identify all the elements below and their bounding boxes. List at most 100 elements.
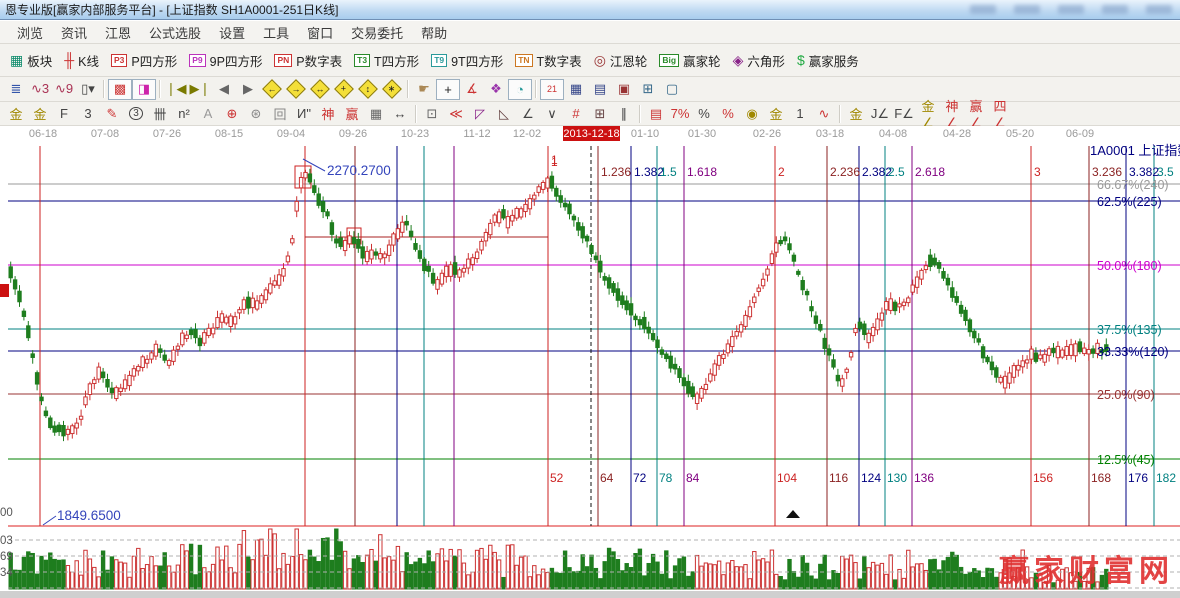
mark1-icon[interactable]: 1 — [788, 103, 812, 124]
kline-button[interactable]: ╫K线 — [58, 50, 105, 71]
i-quote-icon[interactable]: И" — [292, 103, 316, 124]
last-page-icon[interactable]: ▶❘ — [188, 79, 212, 100]
brush-icon[interactable]: ✎ — [100, 103, 124, 124]
zigzag-icon[interactable]: ∨ — [540, 103, 564, 124]
first-page-icon[interactable]: ❘◀ — [164, 79, 188, 100]
calendar-21-icon[interactable]: 21 — [540, 79, 564, 100]
stats-list-icon[interactable]: ▤ — [644, 103, 668, 124]
box-tool-icon[interactable]: ⊡ — [420, 103, 444, 124]
diamond-plus-icon[interactable]: + — [332, 79, 356, 100]
chart-3-icon[interactable]: ∿3 — [28, 79, 52, 100]
menu-formula-select[interactable]: 公式选股 — [140, 21, 210, 44]
grid123-icon[interactable]: ▦ — [364, 103, 388, 124]
parallel-icon[interactable]: ∥ — [612, 103, 636, 124]
diamond-left-icon[interactable]: ← — [260, 79, 284, 100]
candlestick-chart-surface[interactable]: 66.67%(240)62.5%(225)50.0%(180)37.5%(135… — [0, 142, 1180, 598]
gold-angle-icon[interactable]: 金∠ — [916, 103, 940, 124]
gold-ruler1-icon[interactable]: 金 — [4, 103, 28, 124]
ying-ruler-icon[interactable]: 赢 — [340, 103, 364, 124]
sector-button[interactable]: ▦板块 — [4, 50, 58, 71]
angle-lines-icon[interactable]: ∠ — [516, 103, 540, 124]
gold-level-icon[interactable]: 金 — [764, 103, 788, 124]
colored-kline-icon[interactable]: ◨ — [132, 79, 156, 100]
diamond-expand-icon[interactable]: ∗ — [380, 79, 404, 100]
percent-icon[interactable]: % — [692, 103, 716, 124]
svg-text:2: 2 — [778, 165, 785, 179]
menu-trade[interactable]: 交易委托 — [342, 21, 412, 44]
ticks-icon[interactable]: 卌 — [148, 103, 172, 124]
crosshair-icon[interactable]: + — [436, 79, 460, 100]
calculator-icon[interactable]: ▦ — [564, 79, 588, 100]
menu-settings[interactable]: 设置 — [210, 21, 254, 44]
f-angle-icon[interactable]: F∠ — [892, 103, 916, 124]
width-arrows-icon[interactable]: ↔ — [388, 103, 412, 124]
f-ruler-icon[interactable]: F — [52, 103, 76, 124]
fan-box-dark-icon[interactable]: ◺ — [492, 103, 516, 124]
percent-wave-icon[interactable]: 7% — [668, 103, 692, 124]
export-icon[interactable]: ⊞ — [636, 79, 660, 100]
low-price-label: 1849.6500 — [57, 508, 121, 523]
hexagon-button[interactable]: ◈六角形 — [727, 50, 791, 71]
date-tick: 07-26 — [153, 128, 181, 140]
wave-icon[interactable]: ∿ — [812, 103, 836, 124]
grid-red-icon[interactable]: # — [564, 103, 588, 124]
menu-browse[interactable]: 浏览 — [8, 21, 52, 44]
notes-icon[interactable]: ▤ — [588, 79, 612, 100]
diamond-hmove-icon[interactable]: ↔ — [308, 79, 332, 100]
gold-circle-icon[interactable]: ◉ — [740, 103, 764, 124]
save-icon[interactable]: ▣ — [612, 79, 636, 100]
t-square-button[interactable]: T3T四方形 — [348, 50, 425, 71]
candle-style-icon[interactable]: ▯▾ — [76, 79, 100, 100]
p-number-button[interactable]: PNP数字表 — [268, 50, 348, 71]
chart-9-icon[interactable]: ∿9 — [52, 79, 76, 100]
hand-icon[interactable]: ☛ — [412, 79, 436, 100]
winner-service-button[interactable]: $赢家服务 — [791, 50, 865, 71]
computer-icon[interactable]: ▢ — [660, 79, 684, 100]
a-guide-icon[interactable]: A — [196, 103, 220, 124]
ying-angle-icon[interactable]: 赢∠ — [964, 103, 988, 124]
menu-tools[interactable]: 工具 — [254, 21, 298, 44]
red-target-icon[interactable]: ⊕ — [220, 103, 244, 124]
gann-level-labels: 66.67%(240)62.5%(225)50.0%(180)37.5%(135… — [1097, 178, 1169, 467]
menu-help[interactable]: 帮助 — [412, 21, 456, 44]
fan-red-icon[interactable]: ≪ — [444, 103, 468, 124]
gann-shape-icon[interactable]: ❖ — [484, 79, 508, 100]
svg-text:33.33%(120): 33.33%(120) — [1097, 345, 1169, 359]
gold-ruler2-icon[interactable]: 金 — [28, 103, 52, 124]
gann-wheel-button[interactable]: ◎江恩轮 — [588, 50, 654, 71]
p-square-button[interactable]: P3P四方形 — [105, 50, 183, 71]
prev-page-icon[interactable]: ◀ — [212, 79, 236, 100]
p9-square-button[interactable]: P99P四方形 — [183, 50, 268, 71]
diamond-right-icon[interactable]: → — [284, 79, 308, 100]
window-controls-blurred[interactable] — [970, 5, 1172, 14]
grid-corner-icon[interactable]: ⊞ — [588, 103, 612, 124]
pattern-box-icon[interactable]: ▩ — [108, 79, 132, 100]
t9-square-button[interactable]: T99T四方形 — [425, 50, 509, 71]
menu-window[interactable]: 窗口 — [298, 21, 342, 44]
j-angle-icon[interactable]: J∠ — [868, 103, 892, 124]
percent-level-icon[interactable]: % — [716, 103, 740, 124]
menu-gann[interactable]: 江恩 — [96, 21, 140, 44]
t-number-button[interactable]: TNT数字表 — [509, 50, 587, 71]
date-tick: 12-02 — [513, 128, 541, 140]
next-page-icon[interactable]: ▶ — [236, 79, 260, 100]
winner-wheel-button[interactable]: Big赢家轮 — [653, 50, 726, 71]
info-list-icon[interactable]: ≣ — [4, 79, 28, 100]
fan-box-purple-icon[interactable]: ◸ — [468, 103, 492, 124]
shen-ruler-icon[interactable]: 神 — [316, 103, 340, 124]
gold-angle0-icon[interactable]: 金 — [844, 103, 868, 124]
angle-tool-icon[interactable]: ∡ — [460, 79, 484, 100]
svg-text:2.5: 2.5 — [888, 165, 905, 179]
box-target-icon[interactable]: 回 — [268, 103, 292, 124]
menu-news[interactable]: 资讯 — [52, 21, 96, 44]
wheel-48-icon[interactable]: ◔ — [508, 79, 532, 100]
bottom-strip[interactable] — [0, 591, 1180, 598]
date-axis[interactable]: 06-1807-0807-2608-1509-0409-2610-2311-12… — [0, 126, 1180, 143]
circle3-icon[interactable]: 3 — [124, 103, 148, 124]
four-angle-icon[interactable]: 四∠ — [988, 103, 1012, 124]
shen-angle-icon[interactable]: 神∠ — [940, 103, 964, 124]
dot-target-icon[interactable]: ⊛ — [244, 103, 268, 124]
n2-icon[interactable]: n² — [172, 103, 196, 124]
diamond-vmove-icon[interactable]: ↕ — [356, 79, 380, 100]
ruler3-icon[interactable]: 3 — [76, 103, 100, 124]
